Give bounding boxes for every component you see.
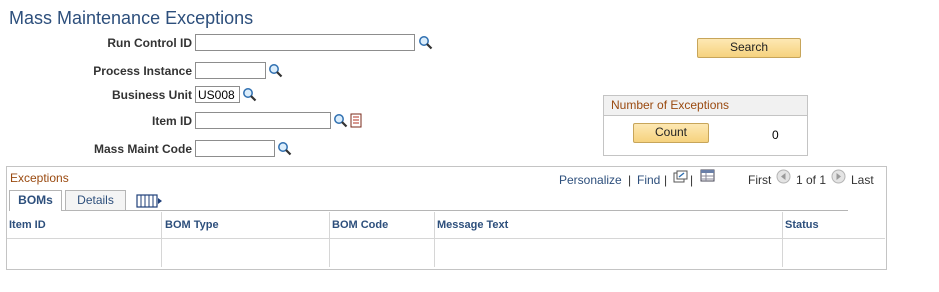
download-icon[interactable] bbox=[700, 169, 715, 182]
mass-maint-code-lookup-icon[interactable] bbox=[277, 141, 292, 156]
business-unit-label: Business Unit bbox=[111, 88, 192, 102]
first-label: First bbox=[748, 173, 772, 187]
col-bom-type[interactable]: BOM Type bbox=[165, 219, 219, 231]
col-item-id[interactable]: Item ID bbox=[9, 219, 46, 231]
mass-maint-code-label: Mass Maint Code bbox=[93, 142, 192, 156]
business-unit-lookup-icon[interactable] bbox=[242, 87, 257, 102]
nav-separator-2: | bbox=[664, 173, 668, 187]
search-button[interactable]: Search bbox=[697, 38, 801, 58]
exceptions-grid-title: Exceptions bbox=[10, 171, 69, 185]
mass-maint-code-input[interactable] bbox=[195, 140, 275, 157]
prev-arrow-icon[interactable] bbox=[776, 169, 791, 184]
detail-page-icon[interactable] bbox=[350, 113, 362, 128]
number-of-exceptions-title: Number of Exceptions bbox=[604, 96, 807, 116]
view-all-columns-icon[interactable] bbox=[136, 194, 163, 208]
item-id-label: Item ID bbox=[151, 114, 192, 128]
page-title: Mass Maintenance Exceptions bbox=[9, 8, 254, 28]
process-instance-label: Process Instance bbox=[93, 64, 192, 78]
col-bom-code[interactable]: BOM Code bbox=[332, 219, 388, 231]
personalize-link[interactable]: Personalize bbox=[559, 173, 622, 187]
col-message-text[interactable]: Message Text bbox=[437, 219, 508, 231]
exceptions-count-value: 0 bbox=[772, 128, 779, 142]
zoom-icon[interactable] bbox=[673, 170, 688, 183]
page-range: 1 of 1 bbox=[796, 173, 827, 187]
tab-baseline bbox=[62, 210, 848, 211]
item-id-lookup-icon[interactable] bbox=[333, 113, 348, 128]
table-row bbox=[7, 239, 885, 267]
nav-separator: | bbox=[628, 173, 632, 187]
tab-boms[interactable]: BOMs bbox=[9, 190, 62, 211]
col-status[interactable]: Status bbox=[785, 219, 819, 231]
run-control-id-input[interactable] bbox=[195, 34, 415, 51]
run-control-id-lookup-icon[interactable] bbox=[418, 35, 433, 50]
tab-details[interactable]: Details bbox=[65, 190, 126, 211]
process-instance-lookup-icon[interactable] bbox=[268, 63, 283, 78]
find-link[interactable]: Find bbox=[637, 173, 660, 187]
last-label: Last bbox=[851, 173, 874, 187]
business-unit-input[interactable] bbox=[195, 86, 240, 103]
next-arrow-icon[interactable] bbox=[831, 169, 846, 184]
item-id-input[interactable] bbox=[195, 112, 331, 129]
run-control-id-label: Run Control ID bbox=[107, 36, 192, 50]
nav-separator-3: | bbox=[690, 173, 694, 187]
count-button[interactable]: Count bbox=[633, 123, 709, 143]
process-instance-input[interactable] bbox=[195, 62, 266, 79]
